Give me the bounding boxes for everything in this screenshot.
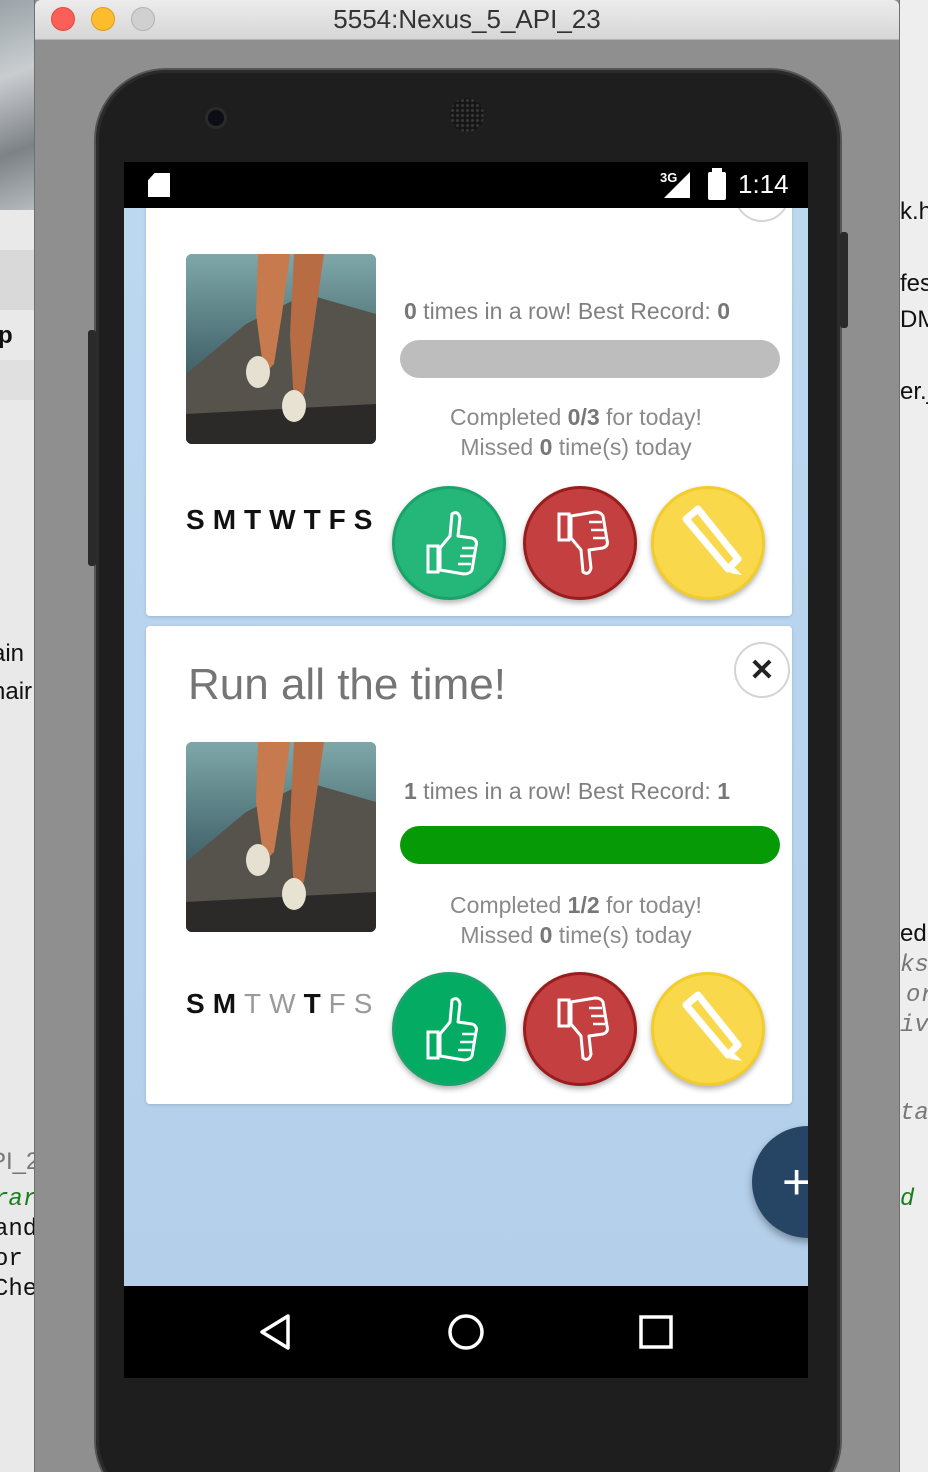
weekday-letter: W — [269, 988, 300, 1019]
network-type: 3G — [660, 170, 678, 185]
progress-bar — [400, 340, 780, 378]
bg-text: fes — [900, 270, 928, 297]
back-button[interactable] — [254, 1310, 298, 1354]
bg-text: or — [906, 982, 928, 1009]
weekday-tracker: SMTWTFS — [186, 504, 380, 536]
weekday-letter: F — [328, 988, 350, 1019]
sd-card-icon — [148, 173, 170, 197]
bg-text: ivi — [900, 1012, 928, 1039]
edit-button[interactable] — [651, 972, 765, 1086]
recents-icon — [639, 1315, 673, 1349]
weekday-letter: M — [212, 504, 241, 535]
bg-text: d — [900, 1186, 915, 1213]
bg-text: DM — [900, 306, 928, 333]
daily-status: Completed 0/3 for today! Missed 0 time(s… — [404, 402, 748, 462]
window-titlebar[interactable]: 5554:Nexus_5_API_23 — [35, 0, 899, 40]
navigation-bar — [124, 1286, 808, 1378]
home-button[interactable] — [444, 1310, 488, 1354]
weekday-tracker: SMTWTFS — [186, 988, 380, 1020]
volume-button[interactable] — [840, 232, 848, 328]
bg-text: ed — [900, 920, 927, 947]
status-time: 1:14 — [738, 169, 789, 199]
habit-card: Run all the time! ✕ 1 times in a row! Be… — [146, 626, 792, 1104]
weekday-letter: S — [186, 988, 209, 1019]
edit-button[interactable] — [651, 486, 765, 600]
habit-thumbnail — [186, 254, 376, 444]
bg-text: ks — [900, 952, 928, 979]
device-screen: 3G 1:14 ✕ — [124, 162, 808, 1378]
weekday-letter: M — [212, 988, 241, 1019]
habit-title: Run all the time! — [188, 660, 506, 709]
bg-text: and — [0, 1216, 38, 1243]
weekday-letter: F — [328, 504, 350, 535]
missed-line: Missed 0 time(s) today — [460, 922, 692, 948]
thumbs-up-icon — [426, 511, 478, 576]
close-icon[interactable]: ✕ — [734, 642, 790, 698]
habit-card: ✕ — [146, 208, 792, 616]
progress-bar — [400, 826, 780, 864]
runner-legs-image — [186, 254, 376, 444]
front-camera — [208, 110, 224, 126]
recents-button[interactable] — [634, 1310, 678, 1354]
bg-text: Che — [0, 1276, 38, 1303]
bg-text: rar — [0, 1186, 38, 1213]
plus-icon: + — [782, 1154, 808, 1210]
thumbs-down-button[interactable] — [523, 486, 637, 600]
weekday-letter: T — [303, 988, 325, 1019]
thumbs-down-icon — [557, 510, 609, 575]
missed-line: Missed 0 time(s) today — [460, 434, 692, 460]
home-icon — [448, 1314, 484, 1350]
app-content[interactable]: ✕ — [124, 208, 808, 1286]
streak-text: 0 times in a row! Best Record: 0 — [404, 298, 730, 324]
status-bar: 3G 1:14 — [124, 162, 808, 208]
back-icon — [260, 1314, 290, 1350]
bg-text: k.ht — [900, 198, 928, 225]
weekday-letter: T — [244, 504, 266, 535]
thumbs-up-button[interactable] — [392, 486, 506, 600]
weekday-letter: W — [269, 504, 300, 535]
power-button[interactable] — [88, 330, 96, 566]
thumbs-up-button[interactable] — [392, 972, 506, 1086]
completed-line: Completed 0/3 for today! — [450, 404, 702, 430]
bg-text: ain — [0, 640, 25, 667]
close-icon[interactable]: ✕ — [734, 208, 790, 222]
bg-text: nair — [0, 678, 33, 705]
thumbs-down-icon — [557, 996, 609, 1061]
bg-text: er.j — [900, 378, 928, 405]
weekday-letter: S — [353, 504, 377, 535]
daily-status: Completed 1/2 for today! Missed 0 time(s… — [404, 890, 748, 950]
runner-legs-image — [186, 742, 376, 932]
thumbs-down-button[interactable] — [523, 972, 637, 1086]
thumbs-up-icon — [426, 997, 478, 1062]
add-habit-button[interactable]: + — [752, 1126, 808, 1238]
window-title: 5554:Nexus_5_API_23 — [333, 4, 601, 34]
weekday-letter: T — [303, 504, 325, 535]
bg-text: p — [0, 322, 13, 349]
earpiece-speaker — [450, 98, 484, 132]
completed-line: Completed 1/2 for today! — [450, 892, 702, 918]
progress-fill — [400, 826, 780, 864]
weekday-letter: S — [353, 988, 377, 1019]
pencil-icon — [682, 505, 742, 575]
pencil-icon — [682, 991, 742, 1061]
habit-thumbnail — [186, 742, 376, 932]
weekday-letter: T — [244, 988, 266, 1019]
weekday-letter: S — [186, 504, 209, 535]
battery-icon — [708, 168, 726, 200]
bg-text: ta — [900, 1100, 928, 1127]
streak-text: 1 times in a row! Best Record: 1 — [404, 778, 730, 804]
